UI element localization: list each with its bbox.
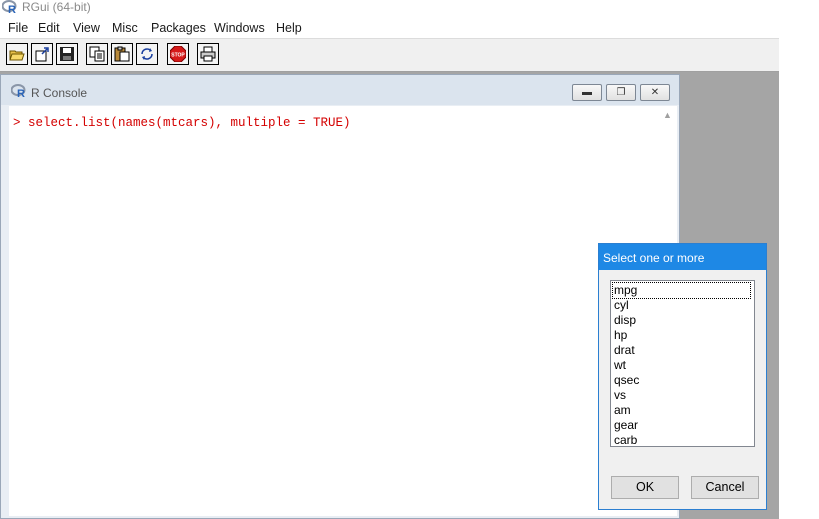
console-output[interactable]: > select.list(names(mtcars), multiple = … bbox=[9, 106, 659, 516]
menu-view[interactable]: View bbox=[73, 20, 100, 36]
save-workspace-button[interactable] bbox=[56, 43, 78, 65]
menu-bar: File Edit View Misc Packages Windows Hel… bbox=[0, 17, 819, 37]
toolbar: STOP bbox=[0, 38, 779, 72]
open-script-icon bbox=[9, 50, 25, 61]
restore-button[interactable]: ❐ bbox=[606, 84, 636, 101]
r-logo-icon: R bbox=[2, 0, 17, 14]
app-title-bar: R RGui (64-bit) bbox=[0, 0, 819, 16]
load-workspace-button[interactable] bbox=[31, 43, 53, 65]
list-item[interactable]: am bbox=[613, 403, 631, 418]
close-button[interactable]: ✕ bbox=[640, 84, 670, 101]
menu-help[interactable]: Help bbox=[276, 20, 302, 36]
copy-button[interactable] bbox=[86, 43, 108, 65]
print-button[interactable] bbox=[197, 43, 219, 65]
copy-paste-button[interactable] bbox=[136, 43, 158, 65]
list-item[interactable]: disp bbox=[613, 313, 636, 328]
stop-icon: STOP bbox=[170, 46, 186, 62]
paste-icon bbox=[114, 46, 130, 62]
variable-listbox[interactable]: mpg cyl disp hp drat wt qsec vs am gear … bbox=[610, 280, 755, 447]
svg-text:STOP: STOP bbox=[171, 53, 185, 59]
stop-button[interactable]: STOP bbox=[167, 43, 189, 65]
list-item[interactable]: wt bbox=[613, 358, 626, 373]
cancel-button[interactable]: Cancel bbox=[691, 476, 759, 499]
r-logo-icon: R bbox=[11, 84, 26, 98]
menu-edit[interactable]: Edit bbox=[38, 20, 60, 36]
minimize-icon: ▬ bbox=[582, 87, 592, 98]
list-item[interactable]: mpg bbox=[612, 282, 751, 299]
console-command-line: > select.list(names(mtcars), multiple = … bbox=[13, 116, 351, 130]
paste-button[interactable] bbox=[111, 43, 133, 65]
list-item[interactable]: hp bbox=[613, 328, 627, 343]
select-list-dialog: Select one or more mpg cyl disp hp drat … bbox=[598, 243, 767, 510]
minimize-button[interactable]: ▬ bbox=[572, 84, 602, 101]
close-icon: ✕ bbox=[650, 87, 660, 98]
console-title-bar[interactable]: R R Console ▬ ❐ ✕ bbox=[1, 75, 679, 105]
list-item[interactable]: carb bbox=[613, 433, 637, 448]
copy-icon bbox=[89, 46, 105, 62]
restore-icon: ❐ bbox=[616, 87, 626, 98]
save-workspace-icon bbox=[60, 47, 74, 61]
menu-file[interactable]: File bbox=[8, 20, 28, 36]
app-title: RGui (64-bit) bbox=[22, 0, 91, 14]
ok-button[interactable]: OK bbox=[611, 476, 679, 499]
dialog-title: Select one or more bbox=[603, 251, 705, 265]
menu-misc[interactable]: Misc bbox=[112, 20, 138, 36]
dialog-title-bar[interactable]: Select one or more bbox=[599, 244, 766, 270]
open-script-button[interactable] bbox=[6, 43, 28, 65]
print-icon bbox=[200, 46, 216, 62]
list-item[interactable]: qsec bbox=[613, 373, 639, 388]
menu-windows[interactable]: Windows bbox=[214, 20, 265, 36]
console-title: R Console bbox=[31, 86, 88, 100]
svg-text:R: R bbox=[17, 88, 25, 98]
list-item[interactable]: vs bbox=[613, 388, 626, 403]
list-item[interactable]: gear bbox=[613, 418, 638, 433]
load-workspace-icon bbox=[35, 47, 49, 62]
menu-packages[interactable]: Packages bbox=[151, 20, 206, 36]
svg-text:R: R bbox=[8, 4, 16, 14]
scroll-up-icon[interactable]: ▲ bbox=[663, 110, 672, 120]
copy-paste-icon bbox=[141, 48, 153, 60]
list-item[interactable]: cyl bbox=[613, 298, 629, 313]
list-item[interactable]: drat bbox=[613, 343, 635, 358]
r-console-window: R R Console ▬ ❐ ✕ > select.list(names(mt… bbox=[0, 74, 680, 519]
